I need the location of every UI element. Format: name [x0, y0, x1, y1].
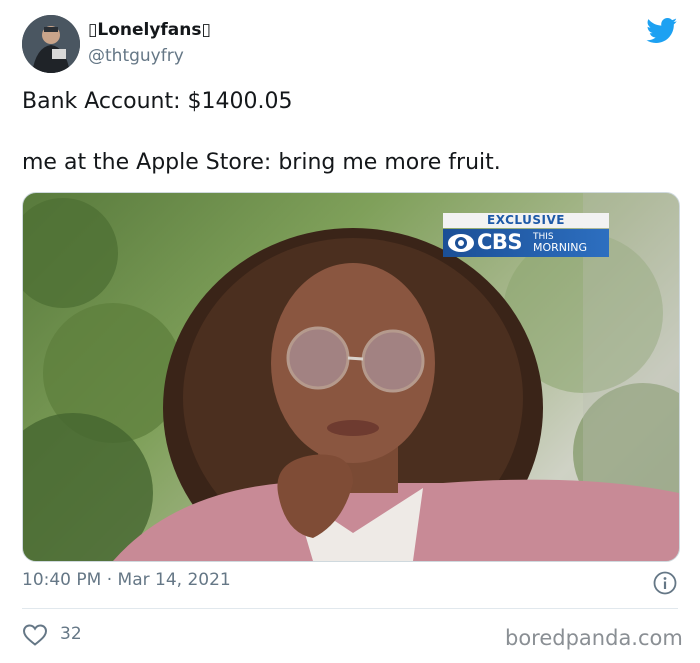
tweet-text: Bank Account: $1400.05 me at the Apple S… [22, 87, 682, 178]
like-count: 32 [60, 624, 82, 644]
tweet-line-1: Bank Account: $1400.05 [22, 89, 293, 114]
twitter-bird-icon[interactable] [646, 18, 678, 44]
timestamp-separator: · [106, 570, 113, 590]
tweet-date: Mar 14, 2021 [117, 570, 231, 590]
tweet-card: ▯Lonelyfans▯ @thtguyfry Bank Account: $1… [0, 0, 700, 663]
overlay-network-name: CBS [477, 230, 523, 254]
overlay-show-line-2: MORNING [533, 241, 588, 254]
tweet-line-2: me at the Apple Store: bring me more fru… [22, 150, 501, 175]
cbs-eye-icon [448, 234, 474, 252]
tweet-photo[interactable]: EXCLUSIVE CBS THIS MORNING [22, 192, 680, 562]
overlay-exclusive-label: EXCLUSIVE [443, 213, 609, 228]
avatar[interactable] [22, 15, 80, 73]
watermark: boredpanda.com [505, 626, 683, 650]
overlay-network-bar: CBS THIS MORNING [443, 229, 609, 257]
tweet-timestamp[interactable]: 10:40 PM · Mar 14, 2021 [22, 570, 231, 590]
tweet-time: 10:40 PM [22, 570, 102, 590]
divider [22, 608, 678, 609]
display-name[interactable]: ▯Lonelyfans▯ [88, 20, 211, 40]
cbs-overlay: EXCLUSIVE CBS THIS MORNING [443, 213, 609, 257]
heart-icon[interactable] [22, 623, 48, 647]
info-icon[interactable] [653, 571, 677, 595]
user-handle[interactable]: @thtguyfry [88, 46, 184, 66]
